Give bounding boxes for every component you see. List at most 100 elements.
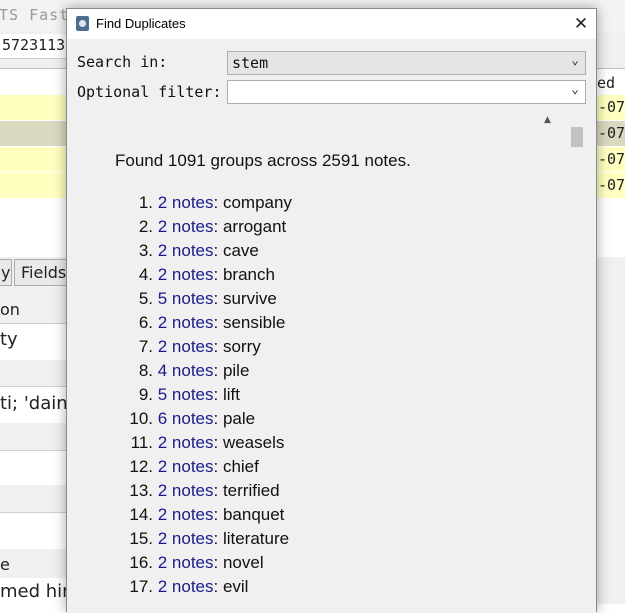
field-editor[interactable]: ty: [0, 324, 68, 360]
group-separator: :: [213, 529, 223, 548]
fields-button-label: Fields: [21, 263, 67, 282]
row-modified: -07: [598, 98, 625, 116]
group-notes-link[interactable]: 6 notes: [158, 409, 214, 428]
group-separator: :: [213, 289, 223, 308]
duplicate-group-item: 13. 2 notes: terrified: [115, 481, 292, 505]
group-number: 2.: [138, 217, 153, 236]
group-word: pile: [222, 361, 250, 380]
scroll-up-arrow-icon[interactable]: ▲: [544, 115, 551, 125]
field-label: e: [0, 555, 10, 574]
duplicate-group-item: 5. 5 notes: survive: [115, 289, 292, 313]
duplicate-group-item: 16. 2 notes: novel: [115, 553, 292, 577]
search-in-select[interactable]: stem ⌄: [227, 51, 586, 75]
group-number: 12.: [129, 457, 153, 476]
group-word: company: [222, 193, 292, 212]
group-word: pale: [222, 409, 256, 428]
field-editor[interactable]: [0, 513, 68, 549]
duplicate-group-item: 6. 2 notes: sensible: [115, 313, 292, 337]
group-notes-link[interactable]: 2 notes: [158, 505, 214, 524]
row-modified: -07: [598, 150, 625, 168]
group-number: 13.: [129, 481, 153, 500]
group-number: 4.: [138, 265, 153, 284]
group-word: evil: [222, 577, 249, 596]
group-notes-link[interactable]: 2 notes: [158, 337, 214, 356]
fields-button[interactable]: Fields: [14, 259, 74, 286]
group-separator: :: [213, 553, 223, 572]
group-notes-link[interactable]: 2 notes: [158, 457, 214, 476]
group-separator: :: [213, 361, 223, 380]
optional-filter-input[interactable]: ⌄: [227, 80, 586, 104]
group-separator: :: [213, 385, 223, 404]
toolbar-text[interactable]: TS Fast: [0, 6, 69, 24]
group-notes-link[interactable]: 2 notes: [158, 193, 214, 212]
dialog-title: Find Duplicates: [96, 16, 186, 31]
duplicate-group-item: 9. 5 notes: lift: [115, 385, 292, 409]
editor-right-area: [597, 259, 625, 604]
field-editor[interactable]: ti; 'daino: [0, 387, 68, 423]
duplicate-group-item: 14. 2 notes: banquet: [115, 505, 292, 529]
group-word: arrogant: [222, 217, 287, 236]
group-number: 10.: [129, 409, 153, 428]
group-notes-link[interactable]: 2 notes: [158, 481, 214, 500]
id-field[interactable]: 5723113: [0, 34, 70, 59]
row-modified: -07: [598, 124, 625, 142]
duplicate-group-item: 10. 6 notes: pale: [115, 409, 292, 433]
group-notes-link[interactable]: 2 notes: [158, 265, 214, 284]
group-word: sorry: [222, 337, 261, 356]
group-separator: :: [213, 481, 223, 500]
group-separator: :: [213, 409, 223, 428]
editor-button[interactable]: y: [0, 259, 12, 286]
group-separator: :: [213, 265, 223, 284]
group-notes-link[interactable]: 2 notes: [158, 217, 214, 236]
field-editor[interactable]: [0, 451, 68, 485]
chevron-down-icon[interactable]: ⌄: [571, 82, 579, 97]
group-notes-link[interactable]: 2 notes: [158, 553, 214, 572]
table-empty-area: [0, 199, 70, 257]
table-header-modified[interactable]: ed: [597, 74, 615, 92]
group-word: sensible: [222, 313, 286, 332]
duplicate-groups-list: 1. 2 notes: company 2. 2 notes: arrogant 3…: [115, 193, 292, 601]
group-number: 9.: [138, 385, 153, 404]
duplicate-group-item: 12. 2 notes: chief: [115, 457, 292, 481]
group-number: 16.: [129, 553, 153, 572]
group-number: 1.: [138, 193, 153, 212]
group-separator: :: [213, 577, 223, 596]
scrollbar-thumb[interactable]: [571, 127, 583, 147]
group-notes-link[interactable]: 2 notes: [158, 241, 214, 260]
duplicate-group-item: 11. 2 notes: weasels: [115, 433, 292, 457]
group-notes-link[interactable]: 5 notes: [158, 289, 214, 308]
group-separator: :: [213, 313, 223, 332]
group-word: banquet: [222, 505, 285, 524]
group-notes-link[interactable]: 2 notes: [158, 433, 214, 452]
group-number: 17.: [129, 577, 153, 596]
group-notes-link[interactable]: 4 notes: [158, 361, 214, 380]
duplicate-group-item: 4. 2 notes: branch: [115, 265, 292, 289]
group-notes-link[interactable]: 5 notes: [158, 385, 214, 404]
duplicate-group-item: 2. 2 notes: arrogant: [115, 217, 292, 241]
duplicate-group-item: 8. 4 notes: pile: [115, 361, 292, 385]
find-duplicates-dialog: Find Duplicates ✕ Search in: stem ⌄ Opti…: [66, 8, 597, 613]
table-empty-area: [597, 199, 625, 257]
duplicate-group-item: 1. 2 notes: company: [115, 193, 292, 217]
optional-filter-label: Optional filter:: [77, 83, 222, 101]
group-notes-link[interactable]: 2 notes: [158, 529, 214, 548]
group-number: 6.: [138, 313, 153, 332]
group-number: 5.: [138, 289, 153, 308]
group-word: branch: [222, 265, 275, 284]
close-icon[interactable]: ✕: [566, 9, 596, 39]
group-separator: :: [213, 337, 223, 356]
group-word: cave: [222, 241, 259, 260]
group-notes-link[interactable]: 2 notes: [158, 577, 214, 596]
field-label: on: [0, 300, 20, 319]
field-editor[interactable]: med hin: [0, 578, 68, 604]
dialog-titlebar[interactable]: Find Duplicates ✕: [67, 9, 596, 39]
results-view[interactable]: ▲ Found 1091 groups across 2591 notes. 1…: [67, 111, 596, 613]
group-number: 8.: [138, 361, 153, 380]
group-word: literature: [222, 529, 290, 548]
group-number: 14.: [129, 505, 153, 524]
row-modified: -07: [598, 176, 625, 194]
field-value: med hin: [0, 581, 68, 602]
group-word: weasels: [222, 433, 285, 452]
editor-button-label: y: [1, 263, 11, 282]
group-notes-link[interactable]: 2 notes: [158, 313, 214, 332]
